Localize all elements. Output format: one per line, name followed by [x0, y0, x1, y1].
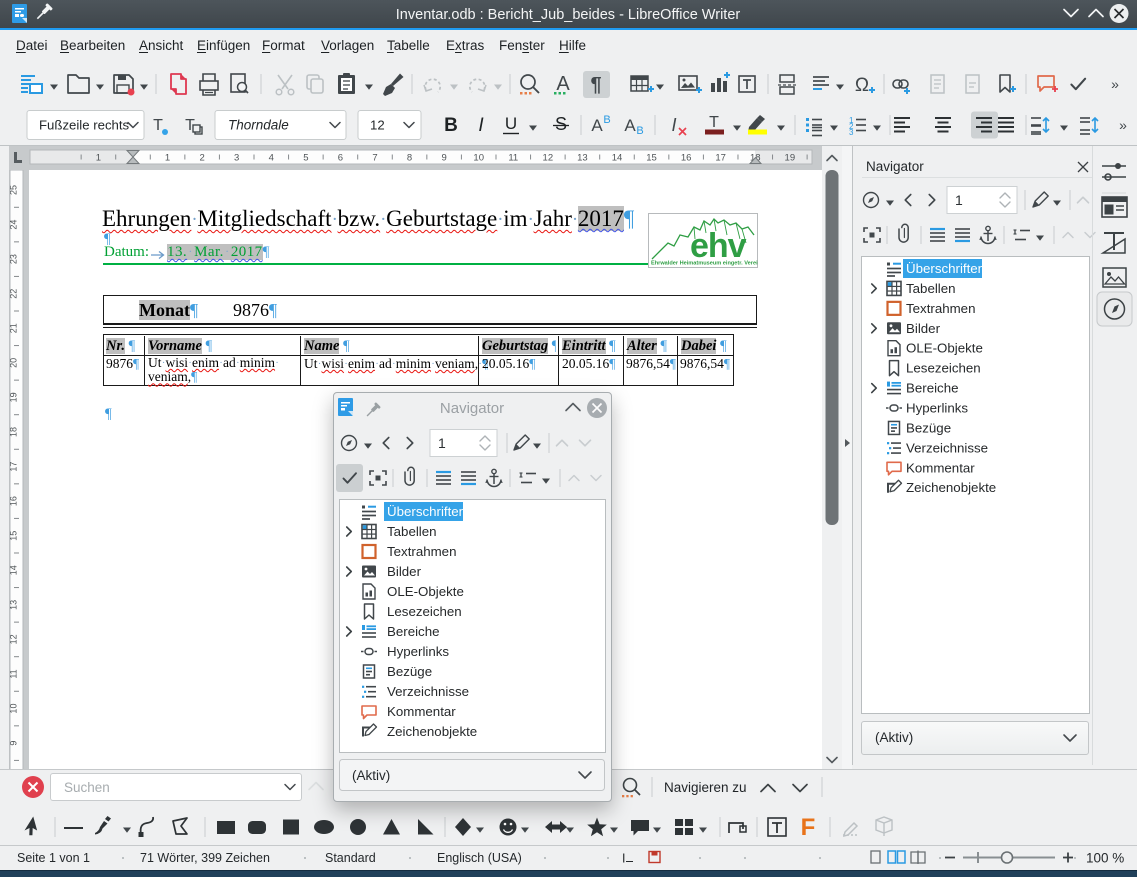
svg-text:Bezüge: Bezüge: [906, 420, 951, 435]
svg-text:T: T: [709, 114, 719, 131]
svg-text:17: 17: [715, 153, 726, 164]
svg-text:19: 19: [785, 153, 796, 164]
svg-text:18: 18: [9, 427, 19, 437]
svg-text:14: 14: [612, 153, 623, 164]
svg-text:13: 13: [577, 153, 588, 164]
svg-text:Bilder: Bilder: [906, 321, 941, 336]
svg-text:Ω: Ω: [855, 75, 869, 96]
svg-text:U: U: [505, 114, 517, 133]
svg-text:3: 3: [234, 153, 239, 164]
svg-text:Ehrwalder Heimatmuseum eingetr: Ehrwalder Heimatmuseum eingetr. Verein: [651, 261, 758, 267]
svg-text:(Aktiv): (Aktiv): [352, 768, 390, 783]
svg-text:OLE-Objekte: OLE-Objekte: [906, 341, 983, 356]
svg-text:9: 9: [441, 153, 446, 164]
svg-text:Bilder: Bilder: [387, 564, 422, 579]
svg-text:OLE-Objekte: OLE-Objekte: [387, 584, 464, 599]
svg-text:Hyperlinks: Hyperlinks: [906, 401, 968, 416]
svg-text:3: 3: [849, 128, 854, 137]
svg-text:Überschriften: Überschriften: [387, 504, 466, 519]
svg-text:Lesezeichen: Lesezeichen: [906, 361, 981, 376]
svg-text:2: 2: [199, 153, 204, 164]
svg-text:12: 12: [370, 118, 385, 133]
svg-text:16: 16: [9, 496, 19, 506]
svg-text:I: I: [622, 852, 625, 866]
svg-text:Suchen: Suchen: [64, 780, 110, 795]
svg-text:15: 15: [646, 153, 657, 164]
svg-text:Thorndale: Thorndale: [228, 118, 289, 133]
svg-text:10: 10: [473, 153, 484, 164]
svg-text:Tabellen: Tabellen: [906, 281, 956, 296]
svg-text:12: 12: [9, 634, 19, 644]
svg-text:16: 16: [681, 153, 692, 164]
svg-text:»: »: [1111, 76, 1119, 92]
svg-text:23: 23: [9, 254, 19, 264]
svg-text:5: 5: [303, 153, 308, 164]
svg-text:Tabellen: Tabellen: [387, 524, 437, 539]
svg-text:Bereiche: Bereiche: [387, 624, 439, 639]
svg-text:Kommentar: Kommentar: [387, 704, 456, 719]
svg-text:Überschriften: Überschriften: [906, 261, 985, 276]
svg-text:Kommentar: Kommentar: [906, 460, 975, 475]
svg-text:19: 19: [9, 392, 19, 402]
svg-text:13: 13: [9, 600, 19, 610]
svg-text:ehv: ehv: [690, 227, 747, 265]
svg-text:8: 8: [407, 153, 412, 164]
svg-text:25: 25: [9, 185, 19, 195]
svg-text:I: I: [671, 115, 676, 135]
svg-text:Textrahmen: Textrahmen: [906, 301, 975, 316]
svg-text:17: 17: [9, 462, 19, 472]
svg-text:S: S: [555, 114, 567, 134]
svg-text:Verzeichnisse: Verzeichnisse: [387, 684, 469, 699]
svg-text:12: 12: [543, 153, 554, 164]
svg-text:Fußzeile rechts: Fußzeile rechts: [39, 118, 130, 133]
svg-text:Verzeichnisse: Verzeichnisse: [906, 440, 988, 455]
svg-text:7: 7: [372, 153, 377, 164]
svg-text:Navigator: Navigator: [440, 400, 504, 417]
svg-text:11: 11: [508, 153, 518, 164]
svg-text:I: I: [478, 115, 484, 136]
svg-text:22: 22: [9, 289, 19, 299]
svg-text:A: A: [591, 116, 603, 135]
svg-text:¶: ¶: [590, 74, 601, 96]
svg-text:10: 10: [9, 704, 19, 714]
svg-text:B: B: [444, 115, 458, 136]
svg-text:9: 9: [9, 741, 19, 746]
svg-text:1: 1: [165, 153, 170, 164]
svg-text:Zeichenobjekte: Zeichenobjekte: [387, 724, 477, 739]
svg-text:Bereiche: Bereiche: [906, 381, 958, 396]
svg-text:Inventar.odb : Bericht_Jub_bei: Inventar.odb : Bericht_Jub_beides - Libr…: [396, 7, 741, 23]
svg-text:14: 14: [9, 565, 19, 575]
svg-text:A: A: [624, 116, 636, 135]
svg-text:T: T: [153, 117, 163, 134]
svg-text:4: 4: [269, 153, 274, 164]
svg-text:Textrahmen: Textrahmen: [387, 544, 456, 559]
svg-text:Bezüge: Bezüge: [387, 664, 432, 679]
svg-text:1: 1: [438, 435, 446, 451]
svg-text:F: F: [801, 814, 816, 841]
svg-text:20: 20: [9, 358, 19, 368]
svg-text:Navigieren zu: Navigieren zu: [664, 780, 747, 795]
svg-text:11: 11: [9, 669, 19, 678]
svg-text:Zeichenobjekte: Zeichenobjekte: [906, 480, 996, 495]
svg-text:1: 1: [955, 192, 963, 208]
svg-text:24: 24: [9, 220, 19, 230]
svg-text:B: B: [636, 125, 643, 137]
svg-text:Hyperlinks: Hyperlinks: [387, 644, 449, 659]
svg-text:1: 1: [96, 153, 101, 164]
svg-text:»: »: [1119, 117, 1127, 133]
svg-text:A: A: [556, 73, 570, 95]
svg-text:Lesezeichen: Lesezeichen: [387, 604, 462, 619]
svg-text:100 %: 100 %: [1086, 851, 1124, 866]
svg-text:B: B: [603, 114, 610, 126]
svg-text:15: 15: [9, 531, 19, 541]
svg-text:6: 6: [338, 153, 343, 164]
svg-text:21: 21: [9, 323, 19, 333]
